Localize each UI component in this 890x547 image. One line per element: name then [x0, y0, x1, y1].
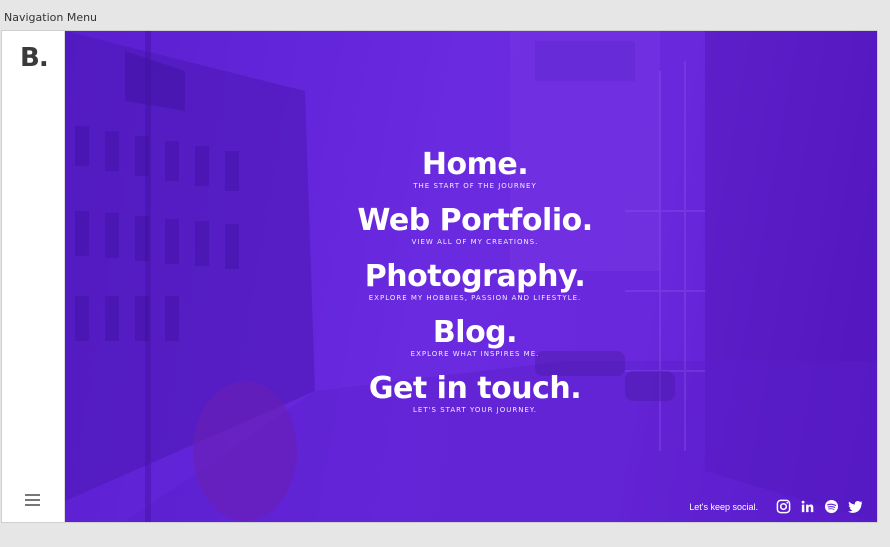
menu-item-subtitle: LET'S START YOUR JOURNEY. — [413, 406, 537, 414]
menu-item-photography[interactable]: Photography. EXPLORE MY HOBBIES, PASSION… — [65, 260, 877, 303]
linkedin-icon[interactable] — [800, 499, 815, 514]
hamburger-menu-icon[interactable] — [25, 494, 40, 506]
menu-item-home[interactable]: Home. THE START OF THE JOURNEY — [65, 148, 877, 191]
menu-item-subtitle: THE START OF THE JOURNEY — [413, 182, 537, 190]
menu-item-title: Web Portfolio. — [357, 203, 593, 238]
navigation-menu: Home. THE START OF THE JOURNEY Web Portf… — [65, 148, 877, 428]
menu-item-subtitle: EXPLORE WHAT INSPIRES ME. — [410, 350, 540, 358]
sidebar: B. — [2, 31, 65, 522]
menu-item-title: Get in touch. — [368, 371, 582, 406]
social-bar: Let's keep social. — [689, 499, 863, 514]
social-label: Let's keep social. — [689, 501, 758, 512]
logo[interactable]: B. — [20, 43, 49, 73]
menu-item-web-portfolio[interactable]: Web Portfolio. VIEW ALL OF MY CREATIONS. — [65, 204, 877, 247]
app-frame: B. Home. THE START OF THE JOURNEY Web Po… — [1, 30, 878, 523]
hero-background: Home. THE START OF THE JOURNEY Web Portf… — [65, 31, 877, 522]
menu-item-subtitle: EXPLORE MY HOBBIES, PASSION AND LIFESTYL… — [368, 294, 582, 302]
spotify-icon[interactable] — [824, 499, 839, 514]
twitter-icon[interactable] — [848, 499, 863, 514]
window-title: Navigation Menu — [4, 11, 98, 24]
menu-item-title: Home. — [421, 147, 529, 182]
menu-item-title: Blog. — [432, 315, 518, 350]
menu-item-title: Photography. — [364, 259, 586, 294]
instagram-icon[interactable] — [776, 499, 791, 514]
menu-item-blog[interactable]: Blog. EXPLORE WHAT INSPIRES ME. — [65, 316, 877, 359]
menu-item-subtitle: VIEW ALL OF MY CREATIONS. — [411, 238, 539, 246]
menu-item-get-in-touch[interactable]: Get in touch. LET'S START YOUR JOURNEY. — [65, 372, 877, 415]
